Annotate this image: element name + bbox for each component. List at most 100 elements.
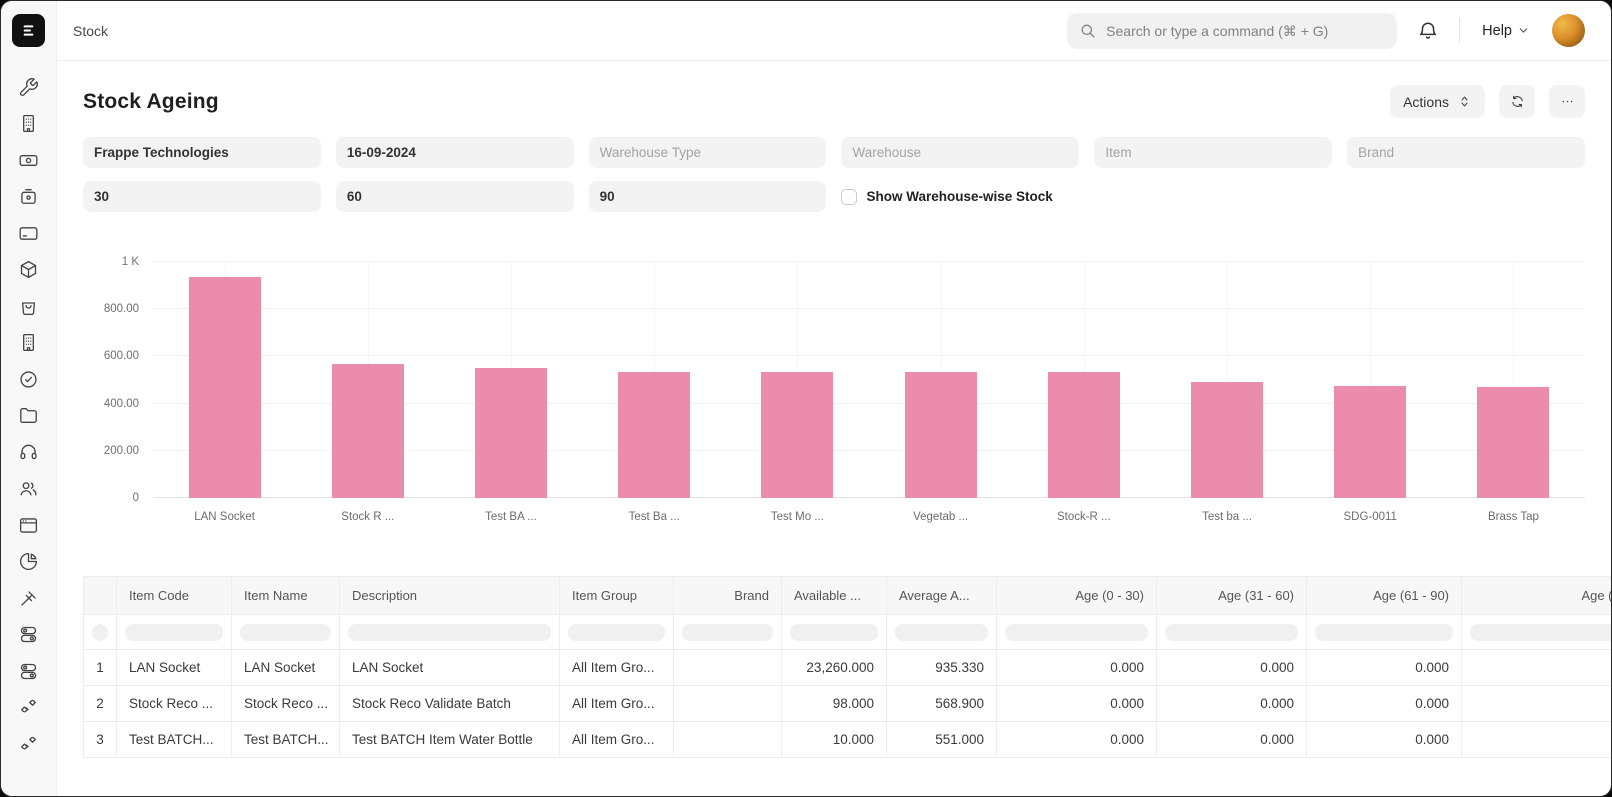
chart-bar-Brass Tap[interactable] [1477, 387, 1549, 498]
column-filter-input-Age (31 - 60)[interactable] [1165, 624, 1298, 641]
user-avatar[interactable] [1552, 14, 1585, 47]
column-filter-input-Age (61 - 90)[interactable] [1315, 624, 1453, 641]
column-filter-input-Age (0 - 30)[interactable] [1005, 624, 1148, 641]
table-cell: Stock Reco ... [232, 686, 340, 722]
chart-bar-Stock-R ...[interactable] [1048, 372, 1120, 498]
sidebar-item-tools-0[interactable] [11, 69, 47, 106]
app-logo[interactable] [12, 14, 45, 47]
search-icon [1079, 22, 1096, 39]
table-cell: 935.330 [887, 650, 997, 686]
browser-icon [18, 515, 39, 536]
sidebar-item-package-5[interactable] [11, 252, 47, 289]
topbar: Stock Help [57, 1, 1611, 61]
help-label: Help [1482, 23, 1512, 39]
column-filter-input-Age (91 - Above)[interactable] [1470, 624, 1611, 641]
menu-button[interactable] [1549, 85, 1585, 118]
chart-x-tick-label: LAN Socket [194, 511, 255, 523]
table-row[interactable]: 2Stock Reco ...Stock Reco ...Stock Reco … [84, 686, 1612, 722]
chart-bar-Test BA ...[interactable] [475, 368, 547, 498]
sidebar-item-headset-10[interactable] [11, 434, 47, 471]
as-on-date-filter[interactable] [336, 137, 574, 168]
column-header-Description[interactable]: Description [340, 577, 560, 615]
column-header-Item Code[interactable]: Item Code [117, 577, 232, 615]
sidebar-item-building-1[interactable] [11, 106, 47, 143]
table-cell: LAN Socket [340, 650, 560, 686]
column-header-Item Group[interactable]: Item Group [560, 577, 674, 615]
table-row[interactable]: 3Test BATCH...Test BATCH...Test BATCH It… [84, 722, 1612, 758]
sidebar-item-plug-18[interactable] [11, 726, 47, 763]
refresh-button[interactable] [1499, 85, 1535, 118]
company-filter[interactable] [83, 137, 321, 168]
chart-y-tick-label: 200.00 [83, 445, 139, 457]
column-filter-input-Description[interactable] [348, 624, 551, 641]
column-filter-input-Available ...[interactable] [790, 624, 878, 641]
notifications-button[interactable] [1413, 16, 1443, 46]
search-field[interactable] [1104, 22, 1385, 40]
sidebar-item-building-7[interactable] [11, 325, 47, 362]
sidebar-item-users-11[interactable] [11, 471, 47, 508]
item-filter[interactable] [1094, 137, 1332, 168]
column-filter-input-index[interactable] [92, 624, 108, 641]
chart-y-tick-label: 1 K [83, 256, 139, 268]
column-header-Age (31 - 60)[interactable]: Age (31 - 60) [1157, 577, 1307, 615]
table-cell: All Item Gro... [560, 650, 674, 686]
app-window: Stock Help Stock Ageing Actions [0, 0, 1612, 797]
toggles-icon [18, 624, 39, 645]
brand-filter[interactable] [1347, 137, 1585, 168]
table-cell: All Item Gro... [560, 722, 674, 758]
sidebar-nav [11, 69, 47, 763]
sidebar-item-banknote-2[interactable] [11, 142, 47, 179]
column-header-Item Name[interactable]: Item Name [232, 577, 340, 615]
chart-bar-Test Mo ...[interactable] [761, 372, 833, 498]
column-header-Age (91 - Above)[interactable]: Age (91 - Above) [1462, 577, 1612, 615]
breadcrumb[interactable]: Stock [73, 23, 108, 39]
column-header-Average A...[interactable]: Average A... [887, 577, 997, 615]
sidebar-item-plug-17[interactable] [11, 690, 47, 727]
actions-button[interactable]: Actions [1390, 85, 1485, 118]
range1-filter[interactable] [83, 181, 321, 212]
sidebar-item-toggles-16[interactable] [11, 653, 47, 690]
warehouse-wise-checkbox[interactable]: Show Warehouse-wise Stock [841, 181, 1332, 212]
sidebar-item-browser-12[interactable] [11, 507, 47, 544]
column-header-index[interactable] [84, 577, 117, 615]
chart-slot: Test BA ... [439, 262, 582, 498]
shopping-bag-icon [18, 296, 39, 317]
sidebar-item-build-14[interactable] [11, 580, 47, 617]
column-header-Brand[interactable]: Brand [674, 577, 782, 615]
table-cell: 0.000 [997, 722, 1157, 758]
sidebar-item-shield-check-8[interactable] [11, 361, 47, 398]
range2-filter[interactable] [336, 181, 574, 212]
chart-bar-LAN Socket[interactable] [189, 277, 261, 498]
chart-bar-Stock R ...[interactable] [332, 364, 404, 498]
headset-icon [18, 442, 39, 463]
chart-bar-Vegetab ...[interactable] [905, 372, 977, 498]
sidebar-item-credit-card-4[interactable] [11, 215, 47, 252]
table-cell: LAN Socket [117, 650, 232, 686]
column-filter-input-Item Name[interactable] [240, 624, 331, 641]
column-header-Age (0 - 30)[interactable]: Age (0 - 30) [997, 577, 1157, 615]
warehouse-filter[interactable] [841, 137, 1079, 168]
range3-filter[interactable] [589, 181, 827, 212]
sidebar-item-folder-9[interactable] [11, 398, 47, 435]
checkbox-box[interactable] [841, 189, 857, 205]
table-row[interactable]: 1LAN SocketLAN SocketLAN SocketAll Item … [84, 650, 1612, 686]
chart-bar-Test ba ...[interactable] [1191, 382, 1263, 498]
chart-slot: Brass Tap [1442, 262, 1585, 498]
sidebar-item-cashbox-3[interactable] [11, 179, 47, 216]
banknote-icon [18, 150, 39, 171]
chart-bar-Test Ba ...[interactable] [618, 372, 690, 498]
column-header-Available ...[interactable]: Available ... [782, 577, 887, 615]
chart-bar-SDG-0011[interactable] [1334, 386, 1406, 498]
sidebar-item-shopping-bag-6[interactable] [11, 288, 47, 325]
column-filter-input-Brand[interactable] [682, 624, 773, 641]
column-filter-input-Item Group[interactable] [568, 624, 665, 641]
table-cell: Stock Reco ... [117, 686, 232, 722]
sidebar-item-toggles-15[interactable] [11, 617, 47, 654]
column-header-Age (61 - 90)[interactable]: Age (61 - 90) [1307, 577, 1462, 615]
sidebar-item-pie-chart-13[interactable] [11, 544, 47, 581]
column-filter-input-Average A...[interactable] [895, 624, 988, 641]
help-button[interactable]: Help [1476, 22, 1536, 40]
warehouse-type-filter[interactable] [589, 137, 827, 168]
search-input[interactable] [1067, 13, 1397, 49]
column-filter-input-Item Code[interactable] [125, 624, 223, 641]
